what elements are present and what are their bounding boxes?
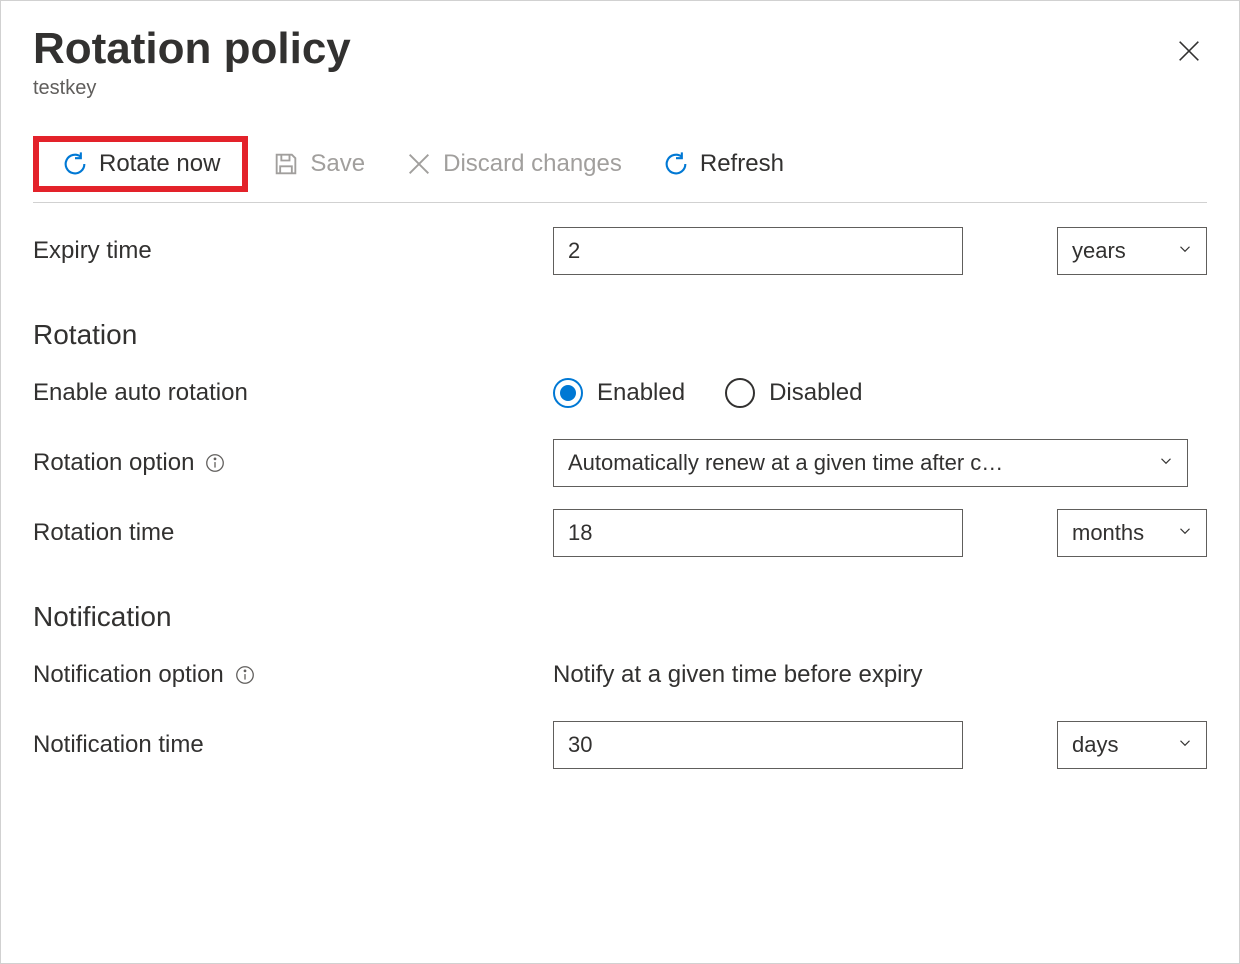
rotation-time-row: Rotation time months bbox=[33, 509, 1207, 557]
notification-time-input[interactable] bbox=[553, 721, 963, 769]
rotation-time-label: Rotation time bbox=[33, 519, 553, 547]
chevron-down-icon bbox=[1176, 238, 1194, 264]
chevron-down-icon bbox=[1176, 520, 1194, 546]
save-button[interactable]: Save bbox=[256, 142, 381, 186]
panel-header: Rotation policy testkey bbox=[33, 25, 1207, 100]
form: Expiry time years Rotation Enable auto r… bbox=[33, 227, 1207, 769]
auto-rotation-enabled-radio[interactable]: Enabled bbox=[553, 378, 685, 408]
close-icon bbox=[1175, 53, 1203, 68]
radio-selected-icon bbox=[553, 378, 583, 408]
notification-time-unit-select[interactable]: days bbox=[1057, 721, 1207, 769]
notification-time-row: Notification time days bbox=[33, 721, 1207, 769]
discard-icon bbox=[405, 150, 433, 178]
info-icon[interactable] bbox=[204, 452, 226, 474]
expiry-time-unit-select[interactable]: years bbox=[1057, 227, 1207, 275]
rotation-policy-panel: Rotation policy testkey Rotate now Save bbox=[0, 0, 1240, 964]
toolbar: Rotate now Save Discard changes Refresh bbox=[33, 136, 1207, 203]
refresh-icon bbox=[662, 150, 690, 178]
rotation-time-input[interactable] bbox=[553, 509, 963, 557]
title-block: Rotation policy testkey bbox=[33, 25, 351, 100]
discard-label: Discard changes bbox=[443, 150, 622, 178]
enable-auto-rotation-label: Enable auto rotation bbox=[33, 379, 553, 407]
notification-option-label: Notification option bbox=[33, 661, 224, 689]
page-subtitle: testkey bbox=[33, 77, 351, 100]
enabled-label: Enabled bbox=[597, 379, 685, 407]
expiry-time-input[interactable] bbox=[553, 227, 963, 275]
rotate-now-highlight: Rotate now bbox=[33, 136, 248, 192]
expiry-time-label: Expiry time bbox=[33, 237, 553, 265]
notification-option-value: Notify at a given time before expiry bbox=[553, 661, 923, 689]
rotate-now-button[interactable]: Rotate now bbox=[39, 142, 242, 186]
rotate-now-label: Rotate now bbox=[99, 150, 220, 178]
refresh-button[interactable]: Refresh bbox=[646, 142, 800, 186]
rotation-option-row: Rotation option Automatically renew at a… bbox=[33, 439, 1207, 487]
rotation-option-select[interactable]: Automatically renew at a given time afte… bbox=[553, 439, 1188, 487]
rotation-time-unit-value: months bbox=[1072, 520, 1144, 546]
rotation-time-unit-select[interactable]: months bbox=[1057, 509, 1207, 557]
info-icon[interactable] bbox=[234, 664, 256, 686]
notification-option-row: Notification option Notify at a given ti… bbox=[33, 651, 1207, 699]
rotation-option-value: Automatically renew at a given time afte… bbox=[568, 450, 1003, 476]
close-button[interactable] bbox=[1171, 33, 1207, 72]
save-label: Save bbox=[310, 150, 365, 178]
enable-auto-rotation-row: Enable auto rotation Enabled Disabled bbox=[33, 369, 1207, 417]
expiry-time-unit-value: years bbox=[1072, 238, 1126, 264]
expiry-time-row: Expiry time years bbox=[33, 227, 1207, 275]
auto-rotation-disabled-radio[interactable]: Disabled bbox=[725, 378, 862, 408]
auto-rotation-radio-group: Enabled Disabled bbox=[553, 378, 862, 408]
refresh-label: Refresh bbox=[700, 150, 784, 178]
rotation-option-label: Rotation option bbox=[33, 449, 194, 477]
radio-unselected-icon bbox=[725, 378, 755, 408]
page-title: Rotation policy bbox=[33, 25, 351, 73]
discard-button[interactable]: Discard changes bbox=[389, 142, 638, 186]
notification-time-unit-value: days bbox=[1072, 732, 1118, 758]
rotation-heading: Rotation bbox=[33, 319, 1207, 351]
notification-time-label: Notification time bbox=[33, 731, 553, 759]
disabled-label: Disabled bbox=[769, 379, 862, 407]
rotate-icon bbox=[61, 150, 89, 178]
chevron-down-icon bbox=[1157, 450, 1175, 476]
save-icon bbox=[272, 150, 300, 178]
notification-heading: Notification bbox=[33, 601, 1207, 633]
chevron-down-icon bbox=[1176, 732, 1194, 758]
